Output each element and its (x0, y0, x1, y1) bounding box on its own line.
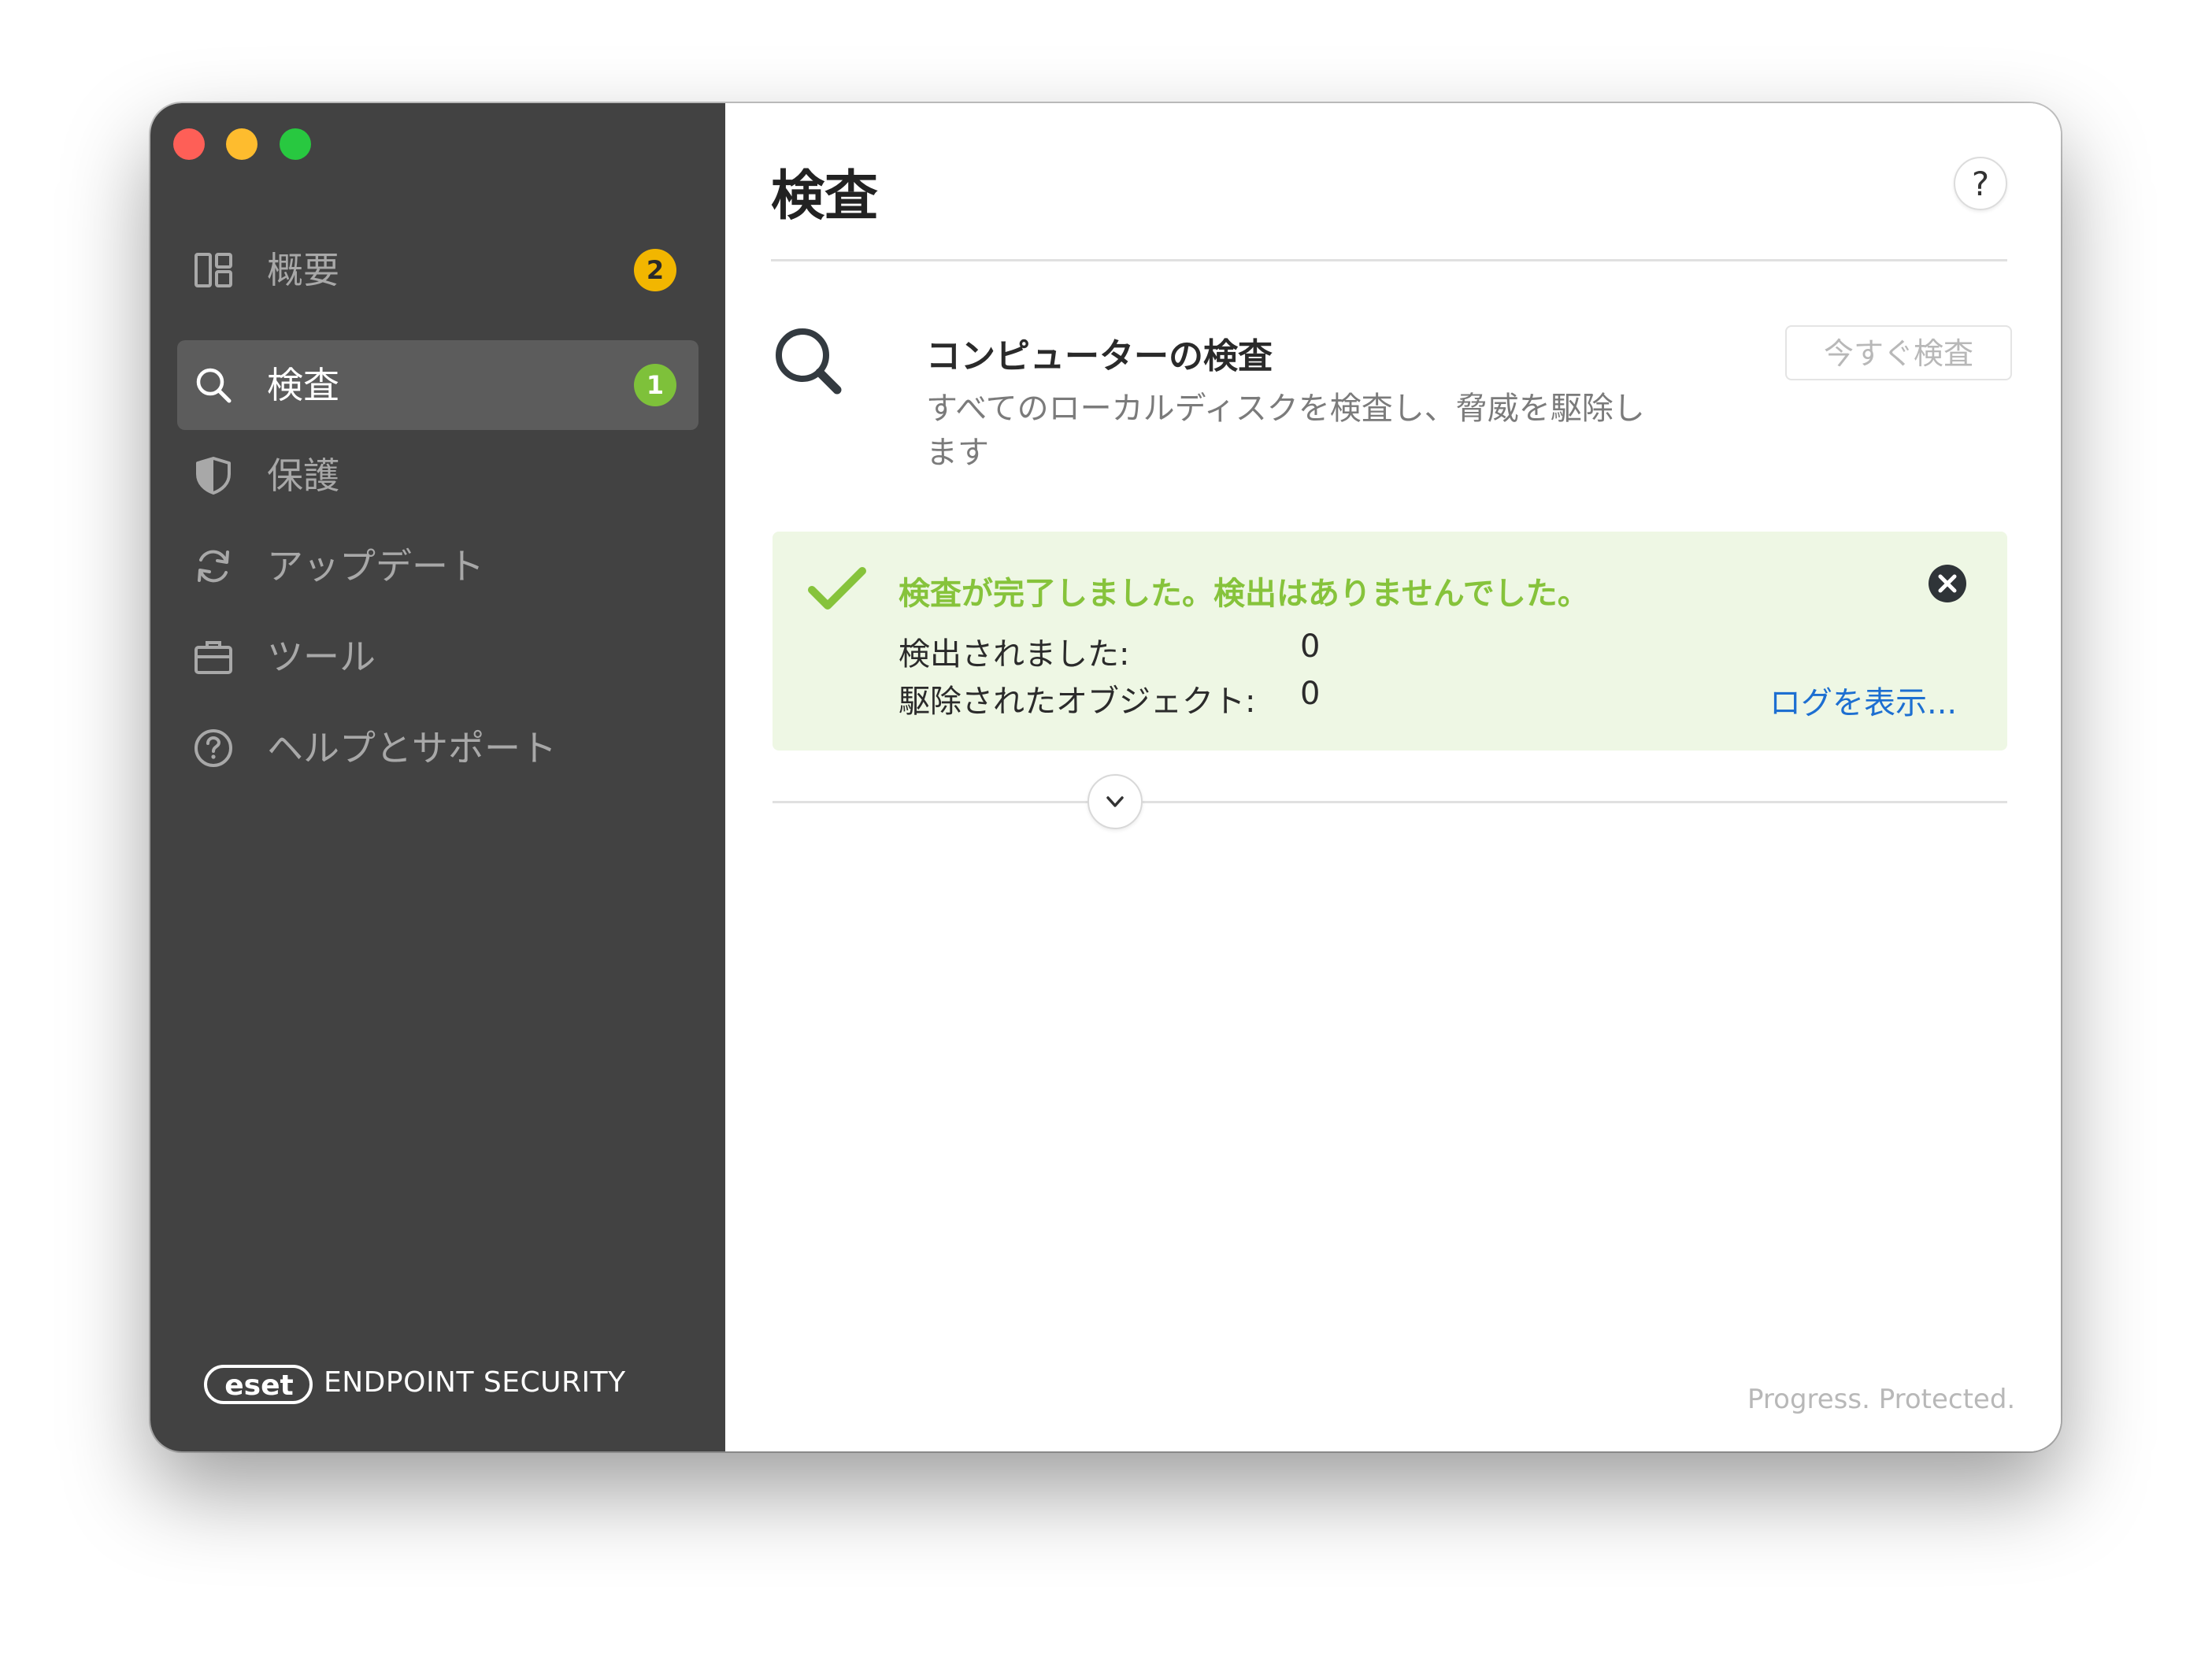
svg-text:eset: eset (224, 1369, 293, 1402)
close-icon[interactable] (1927, 563, 1968, 604)
cleaned-value: 0 (1300, 676, 1321, 712)
close-window-button[interactable] (173, 128, 205, 160)
search-icon (196, 368, 232, 403)
toolbox-icon (195, 641, 232, 674)
eset-logo: eset (204, 1365, 313, 1404)
scan-result-panel: 検査が完了しました。検出はありませんでした。 検出されました: 0 駆除されたオ… (773, 532, 2007, 751)
app-window: 概要 2 検査 1 保護 アップデート ツール ヘルプとサポート eset EN… (150, 103, 2061, 1451)
page-title: 検査 (771, 165, 879, 228)
show-log-link[interactable]: ログを表示... (1769, 677, 1957, 723)
cleaned-label: 駆除されたオブジェクト: (899, 684, 1256, 720)
help-circle-icon (195, 729, 232, 767)
sidebar-item-protection[interactable]: 保護 (177, 431, 698, 521)
shield-icon (196, 457, 231, 495)
chevron-down-icon (1106, 796, 1124, 807)
sidebar-item-label: ツール (267, 636, 376, 678)
sidebar: 概要 2 検査 1 保護 アップデート ツール ヘルプとサポート eset EN… (150, 103, 725, 1451)
notification-badge: 2 (634, 249, 676, 291)
scan-description: すべてのローカルディスクを検査し、脅威を駆除します (926, 391, 1645, 471)
refresh-icon (198, 550, 229, 583)
scan-title: コンピューターの検査 (926, 336, 1273, 376)
expand-button[interactable] (1087, 774, 1143, 829)
checkmark-icon (808, 567, 866, 610)
minimize-window-button[interactable] (226, 128, 258, 160)
sidebar-item-label: アップデート (267, 545, 484, 587)
divider (771, 259, 2007, 261)
sidebar-item-label: 検査 (267, 364, 339, 406)
result-message: 検査が完了しました。検出はありませんでした。 (899, 576, 1589, 612)
scan-now-button[interactable]: 今すぐ検査 (1785, 325, 2012, 380)
notification-badge: 1 (634, 364, 676, 406)
sidebar-item-label: 概要 (267, 249, 339, 291)
magnifier-icon (776, 328, 842, 395)
dashboard-icon (195, 253, 232, 287)
main-panel: 検査 ? コンピューターの検査 すべてのローカルディスクを検査し、脅威を駆除しま… (725, 103, 2061, 1451)
help-button[interactable]: ? (1954, 157, 2007, 210)
detected-value: 0 (1300, 628, 1321, 665)
sidebar-item-scan[interactable]: 検査 1 (177, 340, 698, 430)
sidebar-item-overview[interactable]: 概要 2 (177, 225, 698, 315)
product-name: ENDPOINT SECURITY (324, 1366, 626, 1399)
tagline: Progress. Protected. (1747, 1384, 2016, 1415)
sidebar-item-update[interactable]: アップデート (177, 521, 698, 611)
divider (773, 801, 2007, 803)
sidebar-item-tools[interactable]: ツール (177, 612, 698, 702)
zoom-window-button[interactable] (280, 128, 311, 160)
sidebar-item-label: 保護 (267, 454, 339, 497)
detected-label: 検出されました: (899, 636, 1130, 673)
sidebar-item-help[interactable]: ヘルプとサポート (177, 703, 698, 793)
sidebar-item-label: ヘルプとサポート (267, 727, 557, 769)
